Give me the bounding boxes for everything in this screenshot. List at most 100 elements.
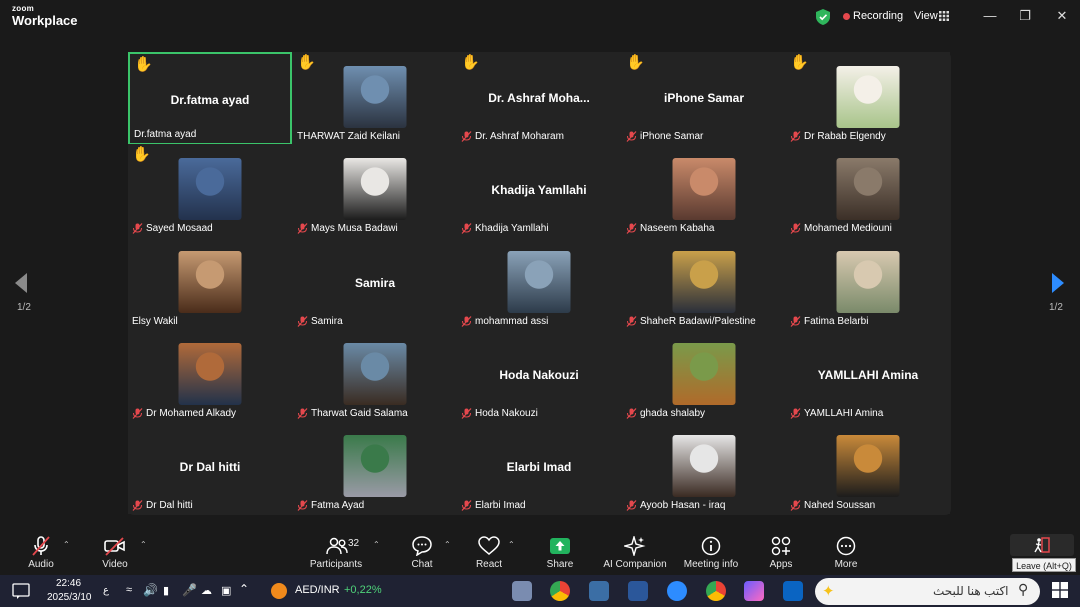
outlook-icon[interactable]: [783, 581, 803, 601]
brand-small: zoom: [12, 4, 35, 13]
clock-time[interactable]: 22:46: [56, 578, 81, 589]
participants-button[interactable]: Participants: [308, 529, 364, 575]
participant-tile[interactable]: Ayoob Hasan - iraq: [622, 421, 786, 514]
leave-tooltip: Leave (Alt+Q): [1012, 558, 1076, 572]
participant-label-text: ghada shalaby: [640, 408, 706, 419]
display-icon[interactable]: ▣: [221, 584, 231, 597]
ticker-change[interactable]: +0,22%: [344, 584, 382, 596]
participant-tile[interactable]: Tharwat Gaid Salama: [293, 329, 457, 422]
participant-tile[interactable]: Dr. Ashraf Moha... ✋ Dr. Ashraf Moharam: [457, 52, 621, 145]
muted-microphone-icon: [461, 408, 472, 419]
minimize-icon[interactable]: —: [982, 8, 998, 24]
react-button[interactable]: React: [474, 529, 504, 575]
battery-icon[interactable]: ▮: [163, 584, 169, 597]
participant-tile[interactable]: mohammad assi: [457, 237, 621, 330]
clock-date[interactable]: 2025/3/10: [47, 592, 92, 603]
next-page-arrow-icon[interactable]: [1051, 272, 1065, 294]
search-placeholder: اكتب هنا للبحث: [933, 584, 1009, 598]
chrome-icon[interactable]: [550, 581, 570, 601]
participant-label-text: Nahed Soussan: [804, 500, 876, 511]
participant-label-text: ShaheR Badawi/Palestine: [640, 316, 756, 327]
participant-tile[interactable]: Fatma Ayad: [293, 421, 457, 514]
word-icon[interactable]: [628, 581, 648, 601]
security-shield-icon[interactable]: [816, 9, 830, 25]
muted-microphone-icon: [790, 500, 801, 511]
video-button[interactable]: Video: [100, 529, 130, 575]
participant-tile[interactable]: Dr Dal hitti Dr Dal hitti: [128, 421, 292, 514]
video-options-caret-icon[interactable]: ⌃: [140, 540, 147, 549]
info-icon: [701, 536, 721, 556]
ai-companion-button[interactable]: AI Companion: [603, 529, 667, 575]
participant-tile[interactable]: ✋ Sayed Mosaad: [128, 144, 292, 237]
raised-hand-icon: ✋: [461, 54, 480, 71]
participant-tile[interactable]: Fatima Belarbi: [786, 237, 950, 330]
participant-label-text: iPhone Samar: [640, 131, 704, 142]
speaker-icon[interactable]: 🔊: [143, 583, 158, 597]
participant-tile[interactable]: Elsy Wakil: [128, 237, 292, 330]
grid-view-icon[interactable]: [939, 11, 949, 21]
windows-start-icon[interactable]: [1052, 582, 1068, 598]
restore-icon[interactable]: ❐: [1017, 8, 1033, 24]
chat-button[interactable]: Chat: [406, 529, 438, 575]
participant-label-text: Dr Dal hitti: [146, 500, 193, 511]
participant-tile[interactable]: Khadija Yamllahi Khadija Yamllahi: [457, 144, 621, 237]
cloud-icon[interactable]: ☁: [201, 584, 212, 597]
participants-options-caret-icon[interactable]: ⌃: [373, 540, 380, 549]
participant-tile[interactable]: Hoda Nakouzi Hoda Nakouzi: [457, 329, 621, 422]
notification-center-icon[interactable]: [12, 583, 30, 599]
input-language[interactable]: ع: [103, 585, 109, 596]
app-cat-icon[interactable]: [512, 581, 532, 601]
share-button[interactable]: Share: [544, 529, 576, 575]
chat-options-caret-icon[interactable]: ⌃: [444, 540, 451, 549]
participant-tile[interactable]: Naseem Kabaha: [622, 144, 786, 237]
audio-options-caret-icon[interactable]: ⌃: [63, 540, 70, 549]
recording-label[interactable]: Recording: [853, 10, 903, 22]
participant-tile[interactable]: Nahed Soussan: [786, 421, 950, 514]
zoom-taskbar-icon[interactable]: [667, 581, 687, 601]
participant-tile[interactable]: ShaheR Badawi/Palestine: [622, 237, 786, 330]
participant-tile[interactable]: Elarbi Imad Elarbi Imad: [457, 421, 621, 514]
meeting-info-button[interactable]: Meeting info: [683, 529, 739, 575]
participant-photo: [672, 343, 736, 405]
muted-microphone-icon: [297, 408, 308, 419]
video-gallery: Dr.fatma ayad ✋ Dr.fatma ayad ✋ THARWAT Zaid…: [128, 52, 951, 515]
currency-widget-icon[interactable]: [271, 583, 287, 599]
react-options-caret-icon[interactable]: ⌃: [508, 540, 515, 549]
participant-label: Dr.fatma ayad: [134, 129, 196, 140]
participant-name-display: YAMLLAHI Amina: [817, 368, 919, 382]
previous-page-arrow-icon[interactable]: [14, 272, 28, 294]
microphone-tray-icon[interactable]: 🎤: [182, 583, 197, 597]
participant-tile[interactable]: iPhone Samar ✋ iPhone Samar: [622, 52, 786, 145]
close-icon[interactable]: ✕: [1054, 8, 1070, 24]
participant-tile[interactable]: Mohamed Mediouni: [786, 144, 950, 237]
muted-microphone-icon: [132, 500, 143, 511]
participant-photo: [836, 435, 900, 497]
participant-tile[interactable]: ✋ THARWAT Zaid Keilani: [293, 52, 457, 145]
audio-button[interactable]: Audio: [25, 529, 57, 575]
participant-label: Samira: [297, 316, 343, 327]
participant-label: Khadija Yamllahi: [461, 223, 549, 234]
participant-tile[interactable]: YAMLLAHI Amina YAMLLAHI Amina: [786, 329, 950, 422]
muted-microphone-icon: [626, 408, 637, 419]
participant-tile[interactable]: ghada shalaby: [622, 329, 786, 422]
copilot-icon[interactable]: [744, 581, 764, 601]
leave-button[interactable]: [1010, 534, 1074, 556]
file-explorer-icon[interactable]: [589, 581, 609, 601]
muted-microphone-icon: [461, 131, 472, 142]
page-indicator-left: 1/2: [17, 302, 31, 313]
wifi-icon[interactable]: ≈: [126, 584, 132, 596]
tray-expand-chevron-icon[interactable]: ⌃: [239, 582, 249, 596]
participant-label-text: Dr Rabab Elgendy: [804, 131, 886, 142]
participant-tile[interactable]: ✋ Dr Rabab Elgendy: [786, 52, 950, 145]
participant-tile[interactable]: Dr Mohamed Alkady: [128, 329, 292, 422]
ticker-symbol[interactable]: AED/INR: [295, 584, 340, 596]
apps-button[interactable]: Apps: [767, 529, 795, 575]
participant-tile[interactable]: Dr.fatma ayad ✋ Dr.fatma ayad: [128, 52, 292, 145]
participant-photo: [343, 435, 407, 497]
participant-tile[interactable]: Samira Samira: [293, 237, 457, 330]
participant-tile[interactable]: Mays Musa Badawi: [293, 144, 457, 237]
more-button[interactable]: More: [832, 529, 860, 575]
chrome-profile-icon[interactable]: [706, 581, 726, 601]
chat-bubble-icon: [412, 536, 432, 556]
view-button[interactable]: View: [914, 10, 938, 22]
